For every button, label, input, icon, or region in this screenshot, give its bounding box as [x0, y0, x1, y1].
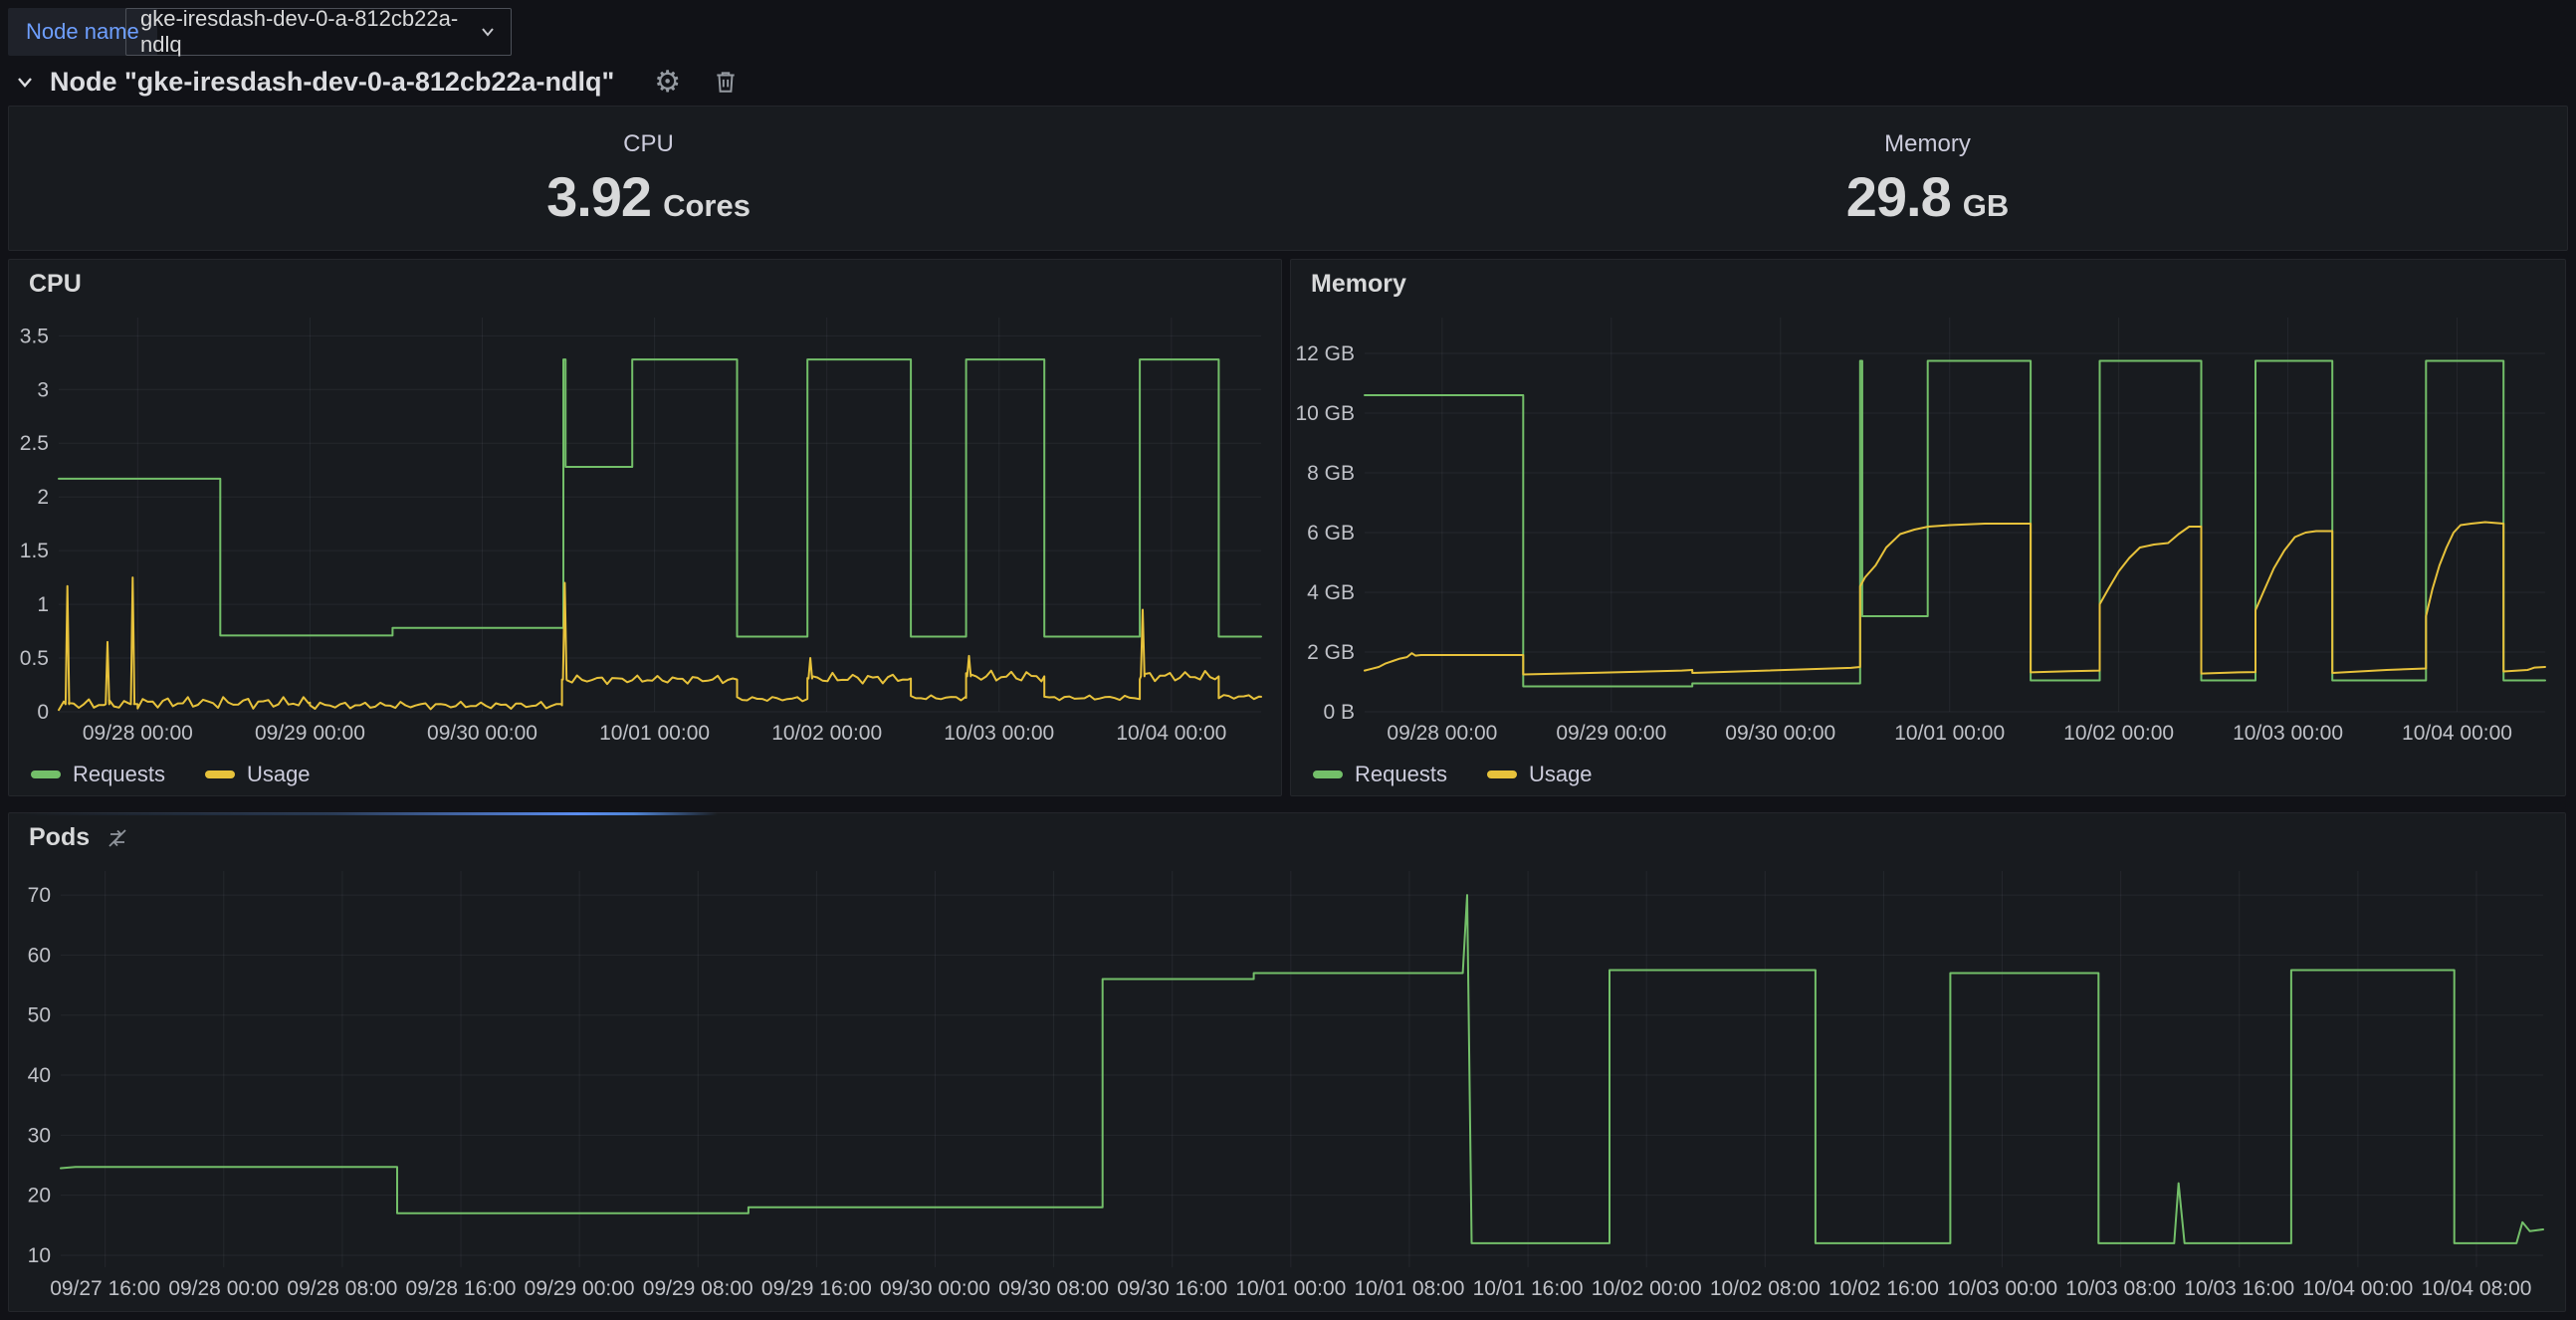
svg-text:10/02 08:00: 10/02 08:00	[1710, 1277, 1821, 1300]
svg-text:10/03 00:00: 10/03 00:00	[944, 722, 1054, 745]
usage-legend-swatch	[205, 770, 235, 778]
node-name-dropdown-value: gke-iresdash-dev-0-a-812cb22a-ndlq	[140, 6, 479, 58]
pods-chart-canvas[interactable]: 10 20 30 40 50 60 70 09/27 16:00 09/28 00:00 09/2…	[11, 857, 2555, 1303]
memory-legend-usage[interactable]: Usage	[1487, 762, 1593, 787]
row-title[interactable]: Node "gke-iresdash-dev-0-a-812cb22a-ndlq…	[50, 67, 614, 98]
usage-legend-swatch	[1487, 770, 1517, 778]
svg-text:1: 1	[37, 593, 49, 616]
cpu-legend-requests[interactable]: Requests	[31, 762, 165, 787]
svg-text:09/29 08:00: 09/29 08:00	[643, 1277, 753, 1300]
cpu-stat: CPU 3.92 Cores	[9, 107, 1288, 250]
svg-text:09/29 00:00: 09/29 00:00	[1556, 722, 1666, 745]
svg-text:10 GB: 10 GB	[1295, 402, 1355, 425]
svg-text:20: 20	[28, 1185, 51, 1208]
memory-stat-label: Memory	[1884, 130, 1971, 158]
svg-text:4 GB: 4 GB	[1307, 581, 1355, 604]
memory-chart-canvas[interactable]: 0 B 2 GB 4 GB 6 GB 8 GB 10 GB 12 GB 09/28 00:00…	[1295, 304, 2557, 748]
svg-text:30: 30	[28, 1124, 51, 1147]
svg-text:10/04 00:00: 10/04 00:00	[2402, 722, 2512, 745]
cpu-stat-unit: Cores	[663, 188, 751, 224]
svg-text:10/03 00:00: 10/03 00:00	[1947, 1277, 2057, 1300]
svg-text:09/27 16:00: 09/27 16:00	[50, 1277, 160, 1300]
cpu-panel: CPU 0 0.5 1 1.5 2 2.5 3 3.5 09/28 00:00 09/29 00:…	[8, 259, 1282, 796]
memory-panel-title[interactable]: Memory	[1311, 270, 1406, 299]
svg-text:10/03 16:00: 10/03 16:00	[2184, 1277, 2294, 1300]
svg-text:09/28 00:00: 09/28 00:00	[1387, 722, 1497, 745]
requests-legend-swatch	[1313, 770, 1343, 778]
cpu-chart-canvas[interactable]: 0 0.5 1 1.5 2 2.5 3 3.5 09/28 00:00 09/29 00:00 09…	[13, 304, 1273, 748]
svg-text:10/01 00:00: 10/01 00:00	[1894, 722, 2005, 745]
svg-text:10/02 16:00: 10/02 16:00	[1828, 1277, 1939, 1300]
svg-text:6 GB: 6 GB	[1307, 522, 1355, 545]
svg-text:8 GB: 8 GB	[1307, 462, 1355, 485]
svg-text:09/30 00:00: 09/30 00:00	[880, 1277, 990, 1300]
svg-text:10/01 16:00: 10/01 16:00	[1473, 1277, 1584, 1300]
svg-text:10/04 00:00: 10/04 00:00	[1116, 722, 1226, 745]
stats-panel: CPU 3.92 Cores Memory 29.8 GB	[8, 106, 2568, 251]
svg-text:2: 2	[37, 486, 49, 509]
svg-text:09/30 00:00: 09/30 00:00	[1725, 722, 1835, 745]
svg-text:09/30 16:00: 09/30 16:00	[1117, 1277, 1227, 1300]
svg-text:09/28 00:00: 09/28 00:00	[168, 1277, 279, 1300]
memory-panel: Memory 0 B 2 GB 4 GB 6 GB 8 GB 10 GB 12 GB 09/2…	[1290, 259, 2566, 796]
svg-text:0: 0	[37, 701, 49, 724]
pods-panel-title[interactable]: Pods	[29, 823, 129, 852]
svg-text:10/02 00:00: 10/02 00:00	[2063, 722, 2174, 745]
svg-text:3: 3	[37, 378, 49, 401]
svg-text:0.5: 0.5	[20, 647, 49, 670]
svg-text:09/29 16:00: 09/29 16:00	[761, 1277, 872, 1300]
svg-text:09/29 00:00: 09/29 00:00	[255, 722, 365, 745]
svg-text:40: 40	[28, 1064, 51, 1087]
svg-text:70: 70	[28, 884, 51, 907]
panel-loading-indicator	[21, 812, 718, 815]
svg-text:2.5: 2.5	[20, 432, 49, 455]
svg-text:09/28 00:00: 09/28 00:00	[83, 722, 193, 745]
svg-text:10/04 00:00: 10/04 00:00	[2302, 1277, 2413, 1300]
pods-panel: Pods 10 20 30 40 50 60 70 09/27 16:00 09/28 00:0…	[8, 812, 2566, 1312]
svg-text:1.5: 1.5	[20, 540, 49, 562]
svg-text:09/28 08:00: 09/28 08:00	[287, 1277, 397, 1300]
svg-text:09/28 16:00: 09/28 16:00	[406, 1277, 517, 1300]
node-name-dropdown[interactable]: gke-iresdash-dev-0-a-812cb22a-ndlq	[125, 8, 512, 56]
svg-text:60: 60	[28, 944, 51, 967]
svg-text:0 B: 0 B	[1323, 701, 1355, 724]
svg-text:10: 10	[28, 1244, 51, 1267]
row-delete-trash-icon[interactable]	[713, 69, 739, 95]
svg-text:12 GB: 12 GB	[1295, 342, 1355, 365]
svg-text:09/29 00:00: 09/29 00:00	[525, 1277, 635, 1300]
sync-slash-icon	[106, 826, 129, 850]
svg-text:09/30 08:00: 09/30 08:00	[998, 1277, 1109, 1300]
svg-text:10/03 08:00: 10/03 08:00	[2065, 1277, 2176, 1300]
chevron-down-icon	[479, 23, 497, 41]
memory-legend-requests[interactable]: Requests	[1313, 762, 1447, 787]
svg-text:10/04 08:00: 10/04 08:00	[2422, 1277, 2532, 1300]
memory-stat-unit: GB	[1963, 188, 2010, 224]
cpu-stat-label: CPU	[623, 130, 674, 158]
row-settings-gear-icon[interactable]: ⚙	[654, 65, 681, 100]
memory-stat-value: 29.8	[1846, 164, 1951, 229]
cpu-stat-value: 3.92	[546, 164, 651, 229]
svg-text:10/01 08:00: 10/01 08:00	[1354, 1277, 1464, 1300]
svg-text:10/03 00:00: 10/03 00:00	[2233, 722, 2343, 745]
cpu-panel-title[interactable]: CPU	[29, 270, 82, 299]
svg-text:10/01 00:00: 10/01 00:00	[1235, 1277, 1346, 1300]
row-collapse-chevron-down-icon[interactable]	[14, 71, 36, 93]
svg-text:50: 50	[28, 1004, 51, 1027]
svg-text:10/02 00:00: 10/02 00:00	[771, 722, 882, 745]
svg-text:09/30 00:00: 09/30 00:00	[427, 722, 537, 745]
cpu-legend-usage[interactable]: Usage	[205, 762, 311, 787]
svg-text:3.5: 3.5	[20, 325, 49, 347]
svg-text:10/01 00:00: 10/01 00:00	[599, 722, 710, 745]
svg-text:2 GB: 2 GB	[1307, 641, 1355, 664]
memory-stat: Memory 29.8 GB	[1288, 107, 2567, 250]
svg-text:10/02 00:00: 10/02 00:00	[1592, 1277, 1702, 1300]
requests-legend-swatch	[31, 770, 61, 778]
